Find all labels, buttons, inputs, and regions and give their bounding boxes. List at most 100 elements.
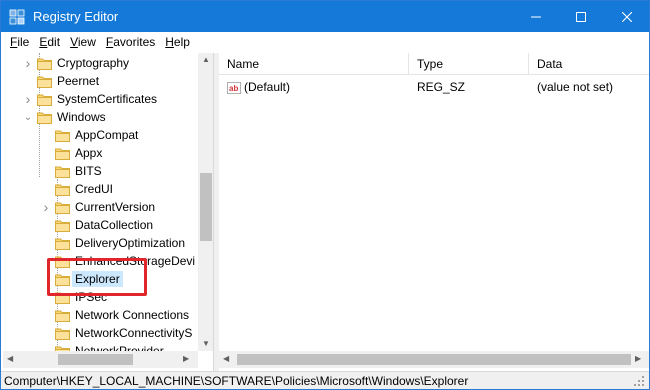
close-icon: [621, 11, 632, 22]
tree-item-label: Peernet: [57, 74, 100, 88]
close-button[interactable]: [604, 1, 649, 32]
menu-help[interactable]: Help: [160, 32, 195, 52]
tree-item-label: Network Connections: [75, 308, 190, 322]
tree-item[interactable]: › SystemCertificates: [23, 90, 157, 108]
tree-item-spacer: [41, 234, 51, 252]
tree-item[interactable]: BITS: [41, 162, 102, 180]
value-name-cell: ab (Default): [227, 78, 290, 96]
chevron-right-icon[interactable]: ›: [23, 54, 33, 72]
maximize-icon: [575, 11, 586, 22]
chevron-down-icon[interactable]: ⌄: [23, 108, 33, 126]
folder-icon: [37, 93, 52, 106]
tree-item-spacer: [41, 342, 51, 351]
tree-item[interactable]: Appx: [41, 144, 102, 162]
menu-file[interactable]: File: [5, 32, 34, 52]
folder-icon: [37, 57, 52, 70]
tree-item[interactable]: DataCollection: [41, 216, 153, 234]
tree-item-label: NetworkConnectivityS: [75, 326, 193, 340]
tree-item-spacer: [23, 72, 33, 90]
svg-text:ab: ab: [229, 84, 238, 93]
tree-item-label: Appx: [75, 146, 103, 160]
tree-item-spacer: [41, 306, 51, 324]
tree-item-label: CredUI: [75, 182, 114, 196]
scroll-right-icon[interactable]: ▶: [635, 354, 641, 363]
menu-edit-label: dit: [47, 35, 61, 49]
minimize-button[interactable]: [513, 1, 558, 32]
folder-icon: [55, 165, 70, 178]
tree-item-spacer: [41, 126, 51, 144]
folder-icon: [55, 327, 70, 340]
tree-item[interactable]: NetworkConnectivityS: [41, 324, 192, 342]
title-bar[interactable]: Registry Editor: [1, 1, 649, 32]
chevron-right-icon[interactable]: ›: [41, 198, 51, 216]
reg-sz-icon: ab: [227, 81, 241, 94]
menu-edit[interactable]: Edit: [34, 32, 65, 52]
tree-item-label: BITS: [75, 164, 102, 178]
tree-item-spacer: [41, 162, 51, 180]
tree-item-label: NetworkProvider: [75, 344, 164, 351]
menu-view[interactable]: View: [65, 32, 101, 52]
tree-item-label: DataCollection: [75, 218, 154, 232]
folder-icon: [37, 75, 52, 88]
minimize-icon: [530, 16, 541, 17]
tree-horizontal-scrollbar[interactable]: ◀ ▶: [3, 351, 198, 368]
folder-icon: [55, 147, 70, 160]
folder-icon: [55, 309, 70, 322]
tree-item-spacer: [41, 144, 51, 162]
tree-item[interactable]: AppCompat: [41, 126, 138, 144]
menu-favorites[interactable]: Favorites: [101, 32, 160, 52]
scroll-down-icon[interactable]: ▼: [202, 339, 210, 348]
column-header-name[interactable]: Name: [219, 53, 409, 75]
tree-item[interactable]: Peernet: [23, 72, 99, 90]
folder-icon: [37, 111, 52, 124]
tree-item[interactable]: DeliveryOptimization: [41, 234, 185, 252]
menu-bar: File Edit View Favorites Help: [1, 32, 649, 52]
tree-item[interactable]: CredUI: [41, 180, 113, 198]
values-horizontal-scroll-thumb[interactable]: [237, 354, 631, 365]
registry-editor-window: Registry Editor File Edit View Favorites…: [0, 0, 650, 390]
tree-item-label: AppCompat: [75, 128, 139, 142]
status-bar: Computer\HKEY_LOCAL_MACHINE\SOFTWARE\Pol…: [1, 371, 649, 389]
tree-vertical-scrollbar[interactable]: ▲ ▼: [198, 53, 213, 351]
tree-item[interactable]: › Cryptography: [23, 54, 129, 72]
folder-icon: [55, 237, 70, 250]
chevron-right-icon[interactable]: ›: [23, 90, 33, 108]
tree-vertical-scroll-thumb[interactable]: [200, 173, 212, 241]
menu-help-label: elp: [173, 35, 190, 49]
folder-icon: [55, 219, 70, 232]
tree-item[interactable]: ⌄ Windows: [23, 108, 106, 126]
registry-editor-app-icon: [9, 9, 25, 25]
scroll-left-icon[interactable]: ◀: [223, 354, 229, 363]
menu-favorites-label: avorites: [113, 35, 156, 49]
values-pane[interactable]: Name Type Data ab (Default) REG_SZ (valu…: [219, 53, 649, 371]
tree-item[interactable]: NetworkProvider: [41, 342, 164, 351]
resize-grip-icon[interactable]: [633, 375, 645, 387]
tree-item-spacer: [41, 180, 51, 198]
column-header-type[interactable]: Type: [409, 53, 529, 75]
tree-item-label: CurrentVersion: [75, 200, 156, 214]
tree-item-label: Windows: [57, 110, 106, 124]
tree-horizontal-scroll-thumb[interactable]: [58, 354, 133, 365]
menu-file-label: ile: [17, 35, 30, 49]
scroll-up-icon[interactable]: ▲: [202, 55, 210, 64]
menu-view-label: iew: [77, 35, 96, 49]
tree-item-label: SystemCertificates: [57, 92, 158, 106]
column-header-data[interactable]: Data: [529, 53, 649, 75]
menu-help-accesskey: H: [165, 35, 174, 49]
scroll-left-icon[interactable]: ◀: [7, 354, 13, 363]
tree-item-label: DeliveryOptimization: [75, 236, 186, 250]
tree-item[interactable]: › CurrentVersion: [41, 198, 155, 216]
key-tree-pane[interactable]: › Cryptography Peernet › SystemCertificates ⌄…: [3, 53, 214, 371]
key-tree: › Cryptography Peernet › SystemCertificates ⌄…: [3, 53, 198, 351]
values-horizontal-scrollbar[interactable]: ◀ ▶: [219, 351, 649, 368]
maximize-button[interactable]: [558, 1, 603, 32]
folder-icon: [55, 201, 70, 214]
tree-item-spacer: [41, 216, 51, 234]
scroll-right-icon[interactable]: ▶: [183, 354, 189, 363]
folder-icon: [55, 183, 70, 196]
tree-item-label: Cryptography: [57, 56, 130, 70]
value-row[interactable]: ab (Default) REG_SZ (value not set): [219, 78, 649, 96]
menu-view-accesskey: V: [70, 35, 78, 49]
tree-item[interactable]: Network Connections: [41, 306, 189, 324]
value-name: (Default): [244, 80, 291, 94]
